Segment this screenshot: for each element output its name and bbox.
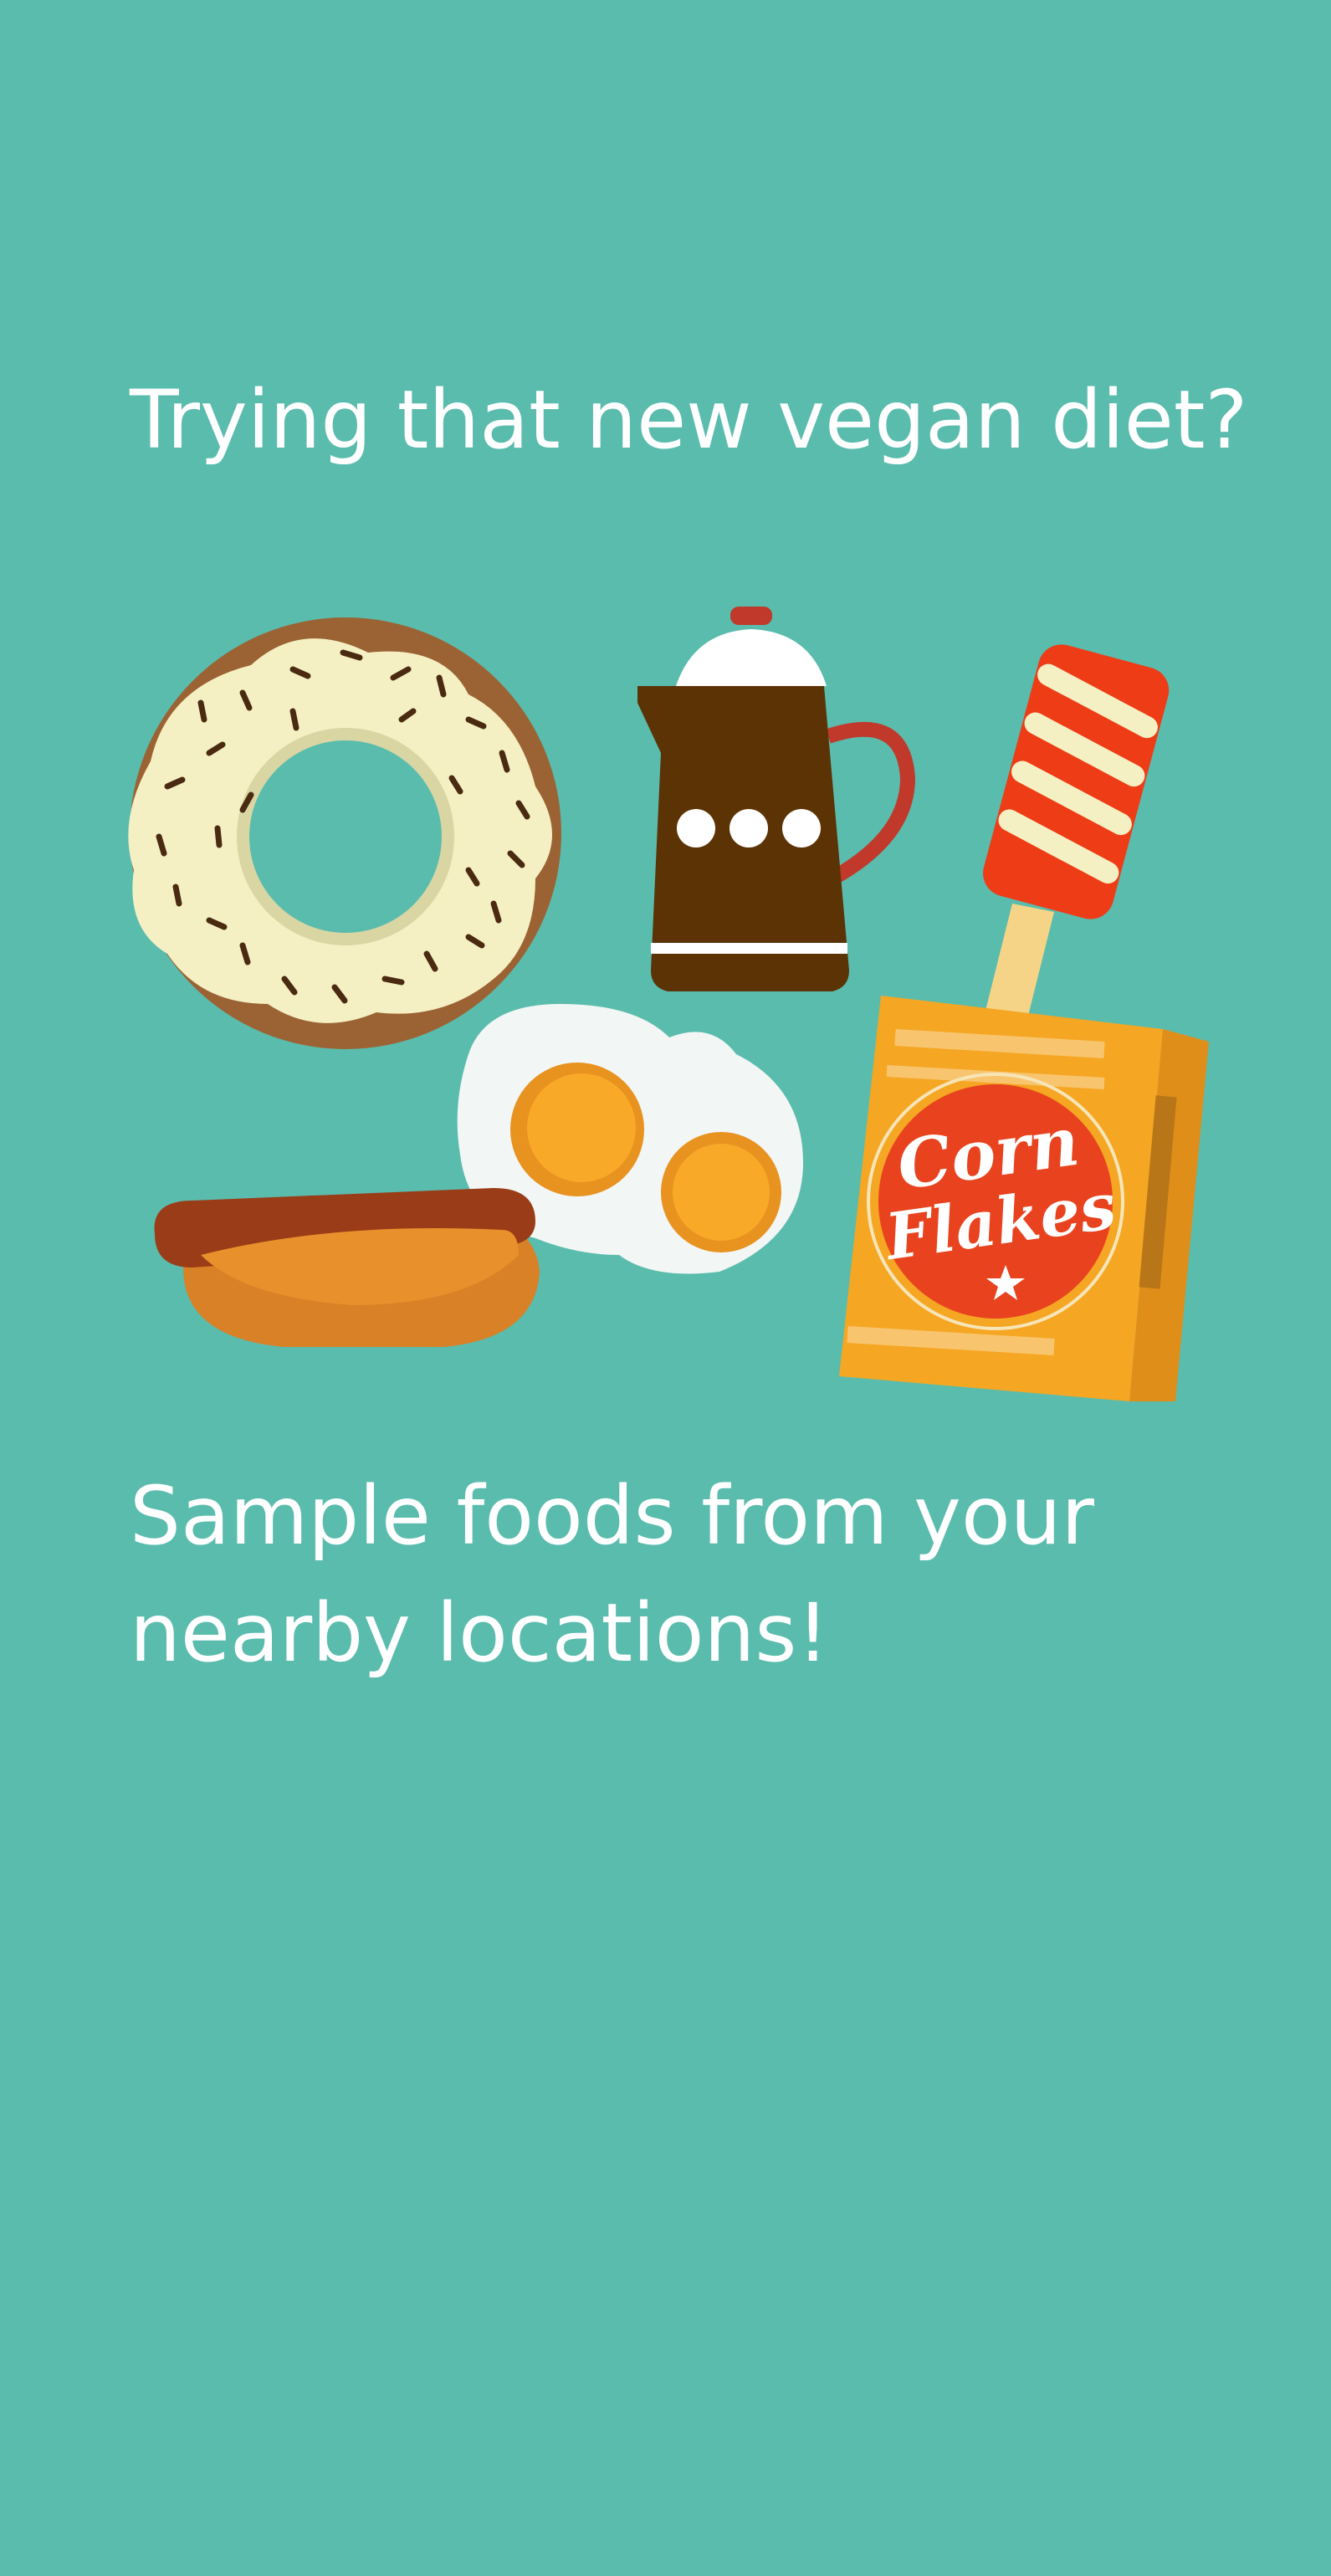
subline: Sample foods from your nearby locations! xyxy=(130,1469,1094,1680)
popsicle-icon xyxy=(983,644,1170,1029)
donut-icon xyxy=(128,617,561,1049)
coffee-pot-icon xyxy=(637,607,916,991)
hot-dog-icon xyxy=(154,1188,540,1347)
headline: Trying that new vegan diet? xyxy=(130,373,1248,467)
food-illustration: Corn Flakes xyxy=(0,586,1331,1422)
onboarding-screen: Trying that new vegan diet? Corn Flakes … xyxy=(0,0,1331,2576)
cereal-box-icon: Corn Flakes xyxy=(839,996,1209,1401)
